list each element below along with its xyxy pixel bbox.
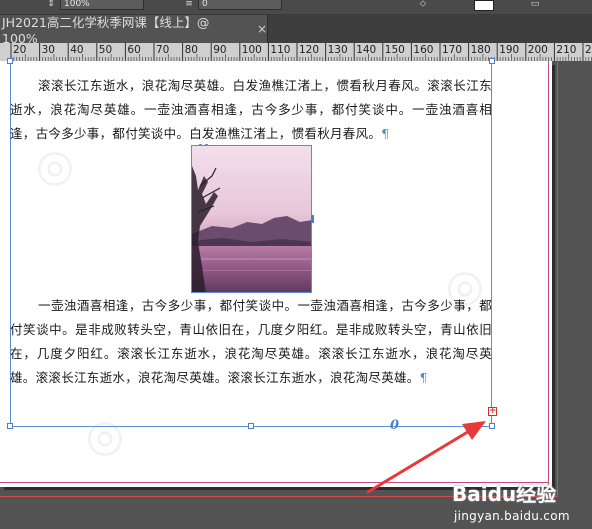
ruler-label: 90 <box>213 44 227 56</box>
ruler-label: 170 <box>442 44 463 56</box>
close-icon[interactable]: × <box>257 22 267 36</box>
ruler-label: 100 <box>241 44 262 56</box>
lake-sunset-illustration <box>192 146 311 292</box>
frame-handle-bottom-middle[interactable] <box>248 423 254 429</box>
ruler-label: 80 <box>184 44 198 56</box>
body-paragraph-2[interactable]: 一壶浊酒喜相逢，古今多少事，都付笑谈中。一壶浊酒喜相逢，古今多少事，都付笑谈中。… <box>10 294 492 390</box>
baidu-url: jingyan.baidu.com <box>454 509 570 523</box>
frame-handle-top-left[interactable] <box>7 58 13 64</box>
ruler-label: 210 <box>556 44 577 56</box>
overset-indicator: 0 <box>390 418 400 433</box>
document-page[interactable]: ◎ ◎ ◎ 滚滚长江东逝水，浪花淘尽英雄。白发渔樵江渚上，惯看秋月春风。滚滚长江… <box>0 58 552 487</box>
ruler-label: 20 <box>13 44 27 56</box>
ruler-label: 190 <box>499 44 520 56</box>
pilcrow-mark: ¶ <box>381 126 390 141</box>
pasteboard[interactable]: ◎ ◎ ◎ 滚滚长江东逝水，浪花淘尽英雄。白发渔樵江渚上，惯看秋月春风。滚滚长江… <box>0 58 592 529</box>
lake-sunset-image[interactable] <box>191 145 312 293</box>
ruler-label: 50 <box>98 44 113 56</box>
ruler-label: 40 <box>70 44 84 56</box>
ruler-label: 60 <box>127 44 141 56</box>
ruler-label: 130 <box>327 44 348 56</box>
baidu-jingyan-watermark: Baidu经验 jingyan.baidu.com <box>452 478 592 529</box>
ruler-label: 110 <box>270 44 291 56</box>
document-tab-bar: JH2021高二化学秋季网课【线上】@ 100% × <box>0 15 592 46</box>
image-handle-right[interactable] <box>311 215 314 223</box>
stroke-weight-icon[interactable]: ≡ <box>182 0 196 10</box>
document-tab[interactable]: JH2021高二化学秋季网课【线上】@ 100% × <box>0 15 268 46</box>
document-tab-title: JH2021高二化学秋季网课【线上】@ 100% <box>2 15 210 46</box>
ruler-label: 120 <box>299 44 320 56</box>
align-icon[interactable]: ⬦ <box>416 0 430 10</box>
ruler-label: 150 <box>384 44 405 56</box>
zoom-field[interactable]: 100% <box>60 0 144 10</box>
frame-fitting-icon[interactable]: ▭ <box>528 0 542 10</box>
pilcrow-mark: ¶ <box>419 370 428 385</box>
ruler-label: 140 <box>356 44 377 56</box>
ruler-label: 30 <box>41 44 55 56</box>
ruler-label: 200 <box>527 44 548 56</box>
fill-swatch-icon[interactable] <box>474 0 494 11</box>
body-paragraph-1[interactable]: 滚滚长江东逝水，浪花淘尽英雄。白发渔樵江渚上，惯看秋月春风。滚滚长江东逝水，浪花… <box>10 74 492 146</box>
ruler-label: 180 <box>470 44 491 56</box>
stroke-weight-field[interactable]: 0 <box>198 0 282 10</box>
ruler-label: 70 <box>156 44 170 56</box>
frame-handle-bottom-right[interactable] <box>489 423 495 429</box>
bleed-guide-right <box>557 61 558 497</box>
page-shadow <box>552 65 555 491</box>
margin-guide-right <box>548 61 549 487</box>
paragraph-1-text: 滚滚长江东逝水，浪花淘尽英雄。白发渔樵江渚上，惯看秋月春风。滚滚长江东逝水，浪花… <box>10 78 492 141</box>
scale-icon[interactable]: ⇕ <box>44 0 58 10</box>
baidu-logo: Baidu经验 <box>452 482 557 506</box>
frame-handle-top-right[interactable] <box>489 58 495 64</box>
ruler-label: 220 <box>585 44 592 56</box>
frame-handle-bottom-left[interactable] <box>7 423 13 429</box>
overset-out-port[interactable]: + <box>488 407 497 416</box>
horizontal-ruler[interactable]: 20 30 40 50 60 70 80 90 100 110 120 130 140 150 160 170… <box>0 43 592 62</box>
ruler-label: 160 <box>413 44 434 56</box>
